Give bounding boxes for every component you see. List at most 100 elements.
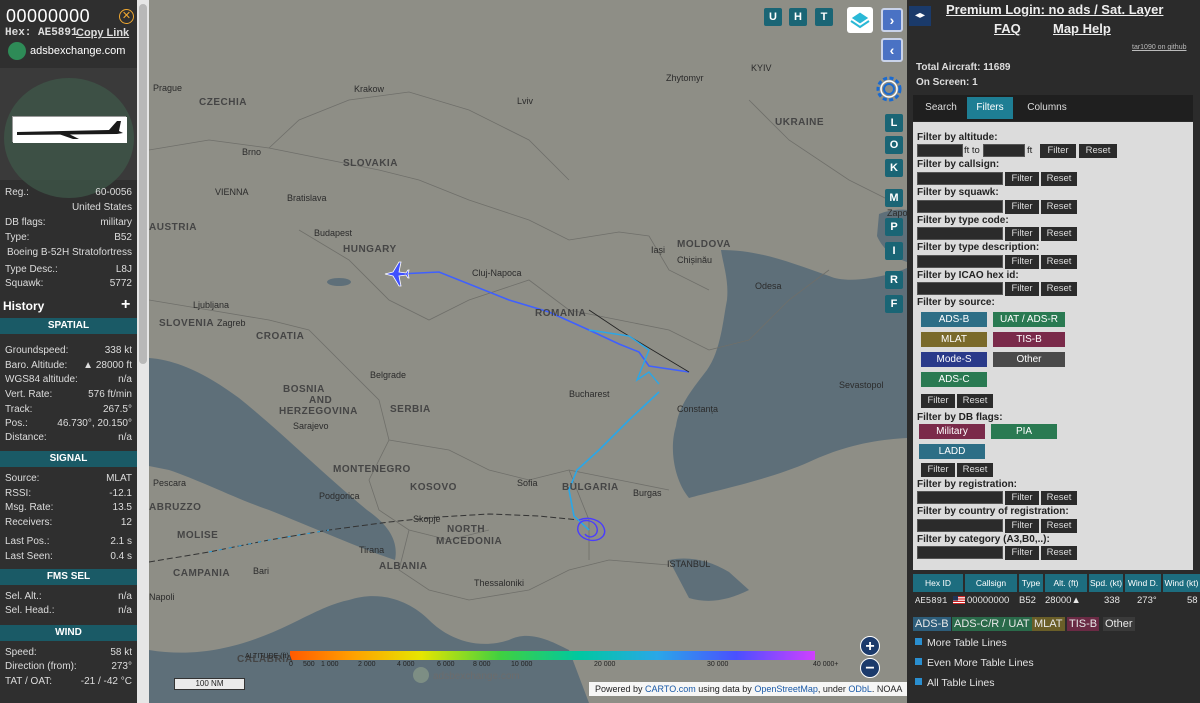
source-modes-toggle[interactable]: Mode-S (921, 352, 987, 367)
odbl-link[interactable]: ODbL (848, 684, 872, 694)
typecode-reset-button[interactable]: Reset (1041, 227, 1077, 241)
map-button-p[interactable]: P (885, 218, 903, 236)
chevron-right-icon[interactable]: › (881, 8, 903, 32)
icao-reset-button[interactable]: Reset (1041, 282, 1077, 296)
tab-columns[interactable]: Columns (1019, 97, 1075, 119)
premium-login-link[interactable]: Premium Login: no ads / Sat. Layer (946, 2, 1163, 17)
github-link[interactable]: tar1090 on github (1132, 44, 1187, 51)
dbflag-ladd-toggle[interactable]: LADD (919, 444, 985, 459)
map-button-u[interactable]: U (764, 8, 782, 26)
altitude-tick: 2 000 (358, 661, 376, 668)
expand-collapse-icon[interactable]: ◂▸ (909, 6, 931, 26)
registration-reset-button[interactable]: Reset (1041, 491, 1077, 505)
altitude-max-input[interactable] (983, 144, 1025, 157)
map-button-l[interactable]: L (885, 114, 903, 132)
even-more-table-lines-toggle[interactable]: Even More Table Lines (915, 657, 1034, 669)
country-filter-input[interactable] (917, 519, 1003, 532)
map-button-r[interactable]: R (885, 271, 903, 289)
legend-adsc-uat: ADS-C/R / UAT (952, 617, 1032, 631)
column-header[interactable]: Alt. (ft) (1045, 574, 1087, 592)
filter-category-label: Filter by category (A3,B0,..): (917, 534, 1050, 545)
source-other-toggle[interactable]: Other (993, 352, 1065, 367)
more-table-lines-toggle[interactable]: More Table Lines (915, 637, 1007, 649)
source-adsc-toggle[interactable]: ADS-C (921, 372, 987, 387)
map-view[interactable]: CZECHIA SLOVAKIA UKRAINE HUNGARY MOLDOVA… (149, 0, 907, 703)
faq-link[interactable]: FAQ (994, 21, 1021, 36)
typedesc-filter-button[interactable]: Filter (1005, 255, 1039, 269)
source-adsb-toggle[interactable]: ADS-B (921, 312, 987, 327)
dbflag-military-toggle[interactable]: Military (919, 424, 985, 439)
zoom-out-button[interactable]: − (860, 658, 880, 678)
all-table-lines-toggle[interactable]: All Table Lines (915, 677, 995, 689)
typedesc-reset-button[interactable]: Reset (1041, 255, 1077, 269)
column-header[interactable]: Type (1019, 574, 1043, 592)
column-header[interactable]: Wind (kt) (1163, 574, 1200, 592)
close-icon[interactable]: ✕ (119, 9, 134, 24)
callsign-filter-input[interactable] (917, 172, 1003, 185)
tab-search[interactable]: Search (919, 97, 963, 119)
city-label: Prague (153, 83, 183, 93)
squawk-filter-input[interactable] (917, 200, 1003, 213)
category-filter-button[interactable]: Filter (1005, 546, 1039, 560)
source-mlat-toggle[interactable]: MLAT (921, 332, 987, 347)
column-header[interactable]: Hex ID (913, 574, 963, 592)
altitude-filter-button[interactable]: Filter (1040, 144, 1076, 158)
history-expand-icon[interactable]: + (121, 296, 130, 314)
map-button-t[interactable]: T (815, 8, 833, 26)
gear-icon[interactable] (872, 72, 906, 106)
altitude-min-input[interactable] (917, 144, 963, 157)
column-header[interactable]: Callsign (965, 574, 1017, 592)
squawk-reset-button[interactable]: Reset (1041, 200, 1077, 214)
scrollbar-thumb[interactable] (139, 4, 147, 364)
map-button-i[interactable]: I (885, 242, 903, 260)
dbflags-reset-button[interactable]: Reset (957, 463, 993, 477)
registration-filter-button[interactable]: Filter (1005, 491, 1039, 505)
dbflags-filter-button[interactable]: Filter (921, 463, 955, 477)
aircraft-photo[interactable] (12, 116, 127, 143)
registration-filter-input[interactable] (917, 491, 1003, 504)
typecode-filter-button[interactable]: Filter (1005, 227, 1039, 241)
dbflag-pia-toggle[interactable]: PIA (991, 424, 1057, 439)
column-header[interactable]: Wind D. (1125, 574, 1161, 592)
map-help-link[interactable]: Map Help (1053, 21, 1111, 36)
country-reset-button[interactable]: Reset (1041, 519, 1077, 533)
category-reset-button[interactable]: Reset (1041, 546, 1077, 560)
source-reset-button[interactable]: Reset (957, 394, 993, 408)
checkbox-icon[interactable] (915, 638, 922, 645)
column-header[interactable]: Spd. (kt) (1089, 574, 1123, 592)
country-filter-button[interactable]: Filter (1005, 519, 1039, 533)
icao-filter-button[interactable]: Filter (1005, 282, 1039, 296)
map-button-k[interactable]: K (885, 159, 903, 177)
icao-filter-input[interactable] (917, 282, 1003, 295)
map-button-h[interactable]: H (789, 8, 807, 26)
callsign-reset-button[interactable]: Reset (1041, 172, 1077, 186)
tab-filters[interactable]: Filters (967, 97, 1013, 119)
source-tisb-toggle[interactable]: TIS-B (993, 332, 1065, 347)
callsign-filter-button[interactable]: Filter (1005, 172, 1039, 186)
city-label: Constanța (677, 404, 719, 414)
checkbox-icon[interactable] (915, 658, 922, 665)
chevron-left-icon[interactable]: ‹ (881, 38, 903, 62)
left-panel-scrollbar[interactable] (137, 0, 149, 703)
osm-link[interactable]: OpenStreetMap (754, 684, 818, 694)
city-label: Skopje (413, 514, 441, 524)
category-filter-input[interactable] (917, 546, 1003, 559)
carto-link[interactable]: CARTO.com (645, 684, 696, 694)
adsbexchange-link[interactable]: adsbexchange.com (30, 45, 125, 57)
filter-typecode-label: Filter by type code: (917, 215, 1009, 226)
layers-icon[interactable] (847, 7, 873, 33)
typedesc-filter-input[interactable] (917, 255, 1003, 268)
country-label: MOLISE (177, 530, 219, 541)
typecode-filter-input[interactable] (917, 227, 1003, 240)
source-uat-toggle[interactable]: UAT / ADS-R (993, 312, 1065, 327)
altitude-reset-button[interactable]: Reset (1079, 144, 1117, 158)
map-button-o[interactable]: O (885, 136, 903, 154)
map-button-m[interactable]: M (885, 189, 903, 207)
squawk-filter-button[interactable]: Filter (1005, 200, 1039, 214)
city-label: Pescara (153, 478, 187, 488)
zoom-in-button[interactable]: + (860, 636, 880, 656)
map-button-f[interactable]: F (885, 295, 903, 313)
source-filter-button[interactable]: Filter (921, 394, 955, 408)
checkbox-icon[interactable] (915, 678, 922, 685)
copy-link[interactable]: Copy Link (76, 27, 129, 39)
